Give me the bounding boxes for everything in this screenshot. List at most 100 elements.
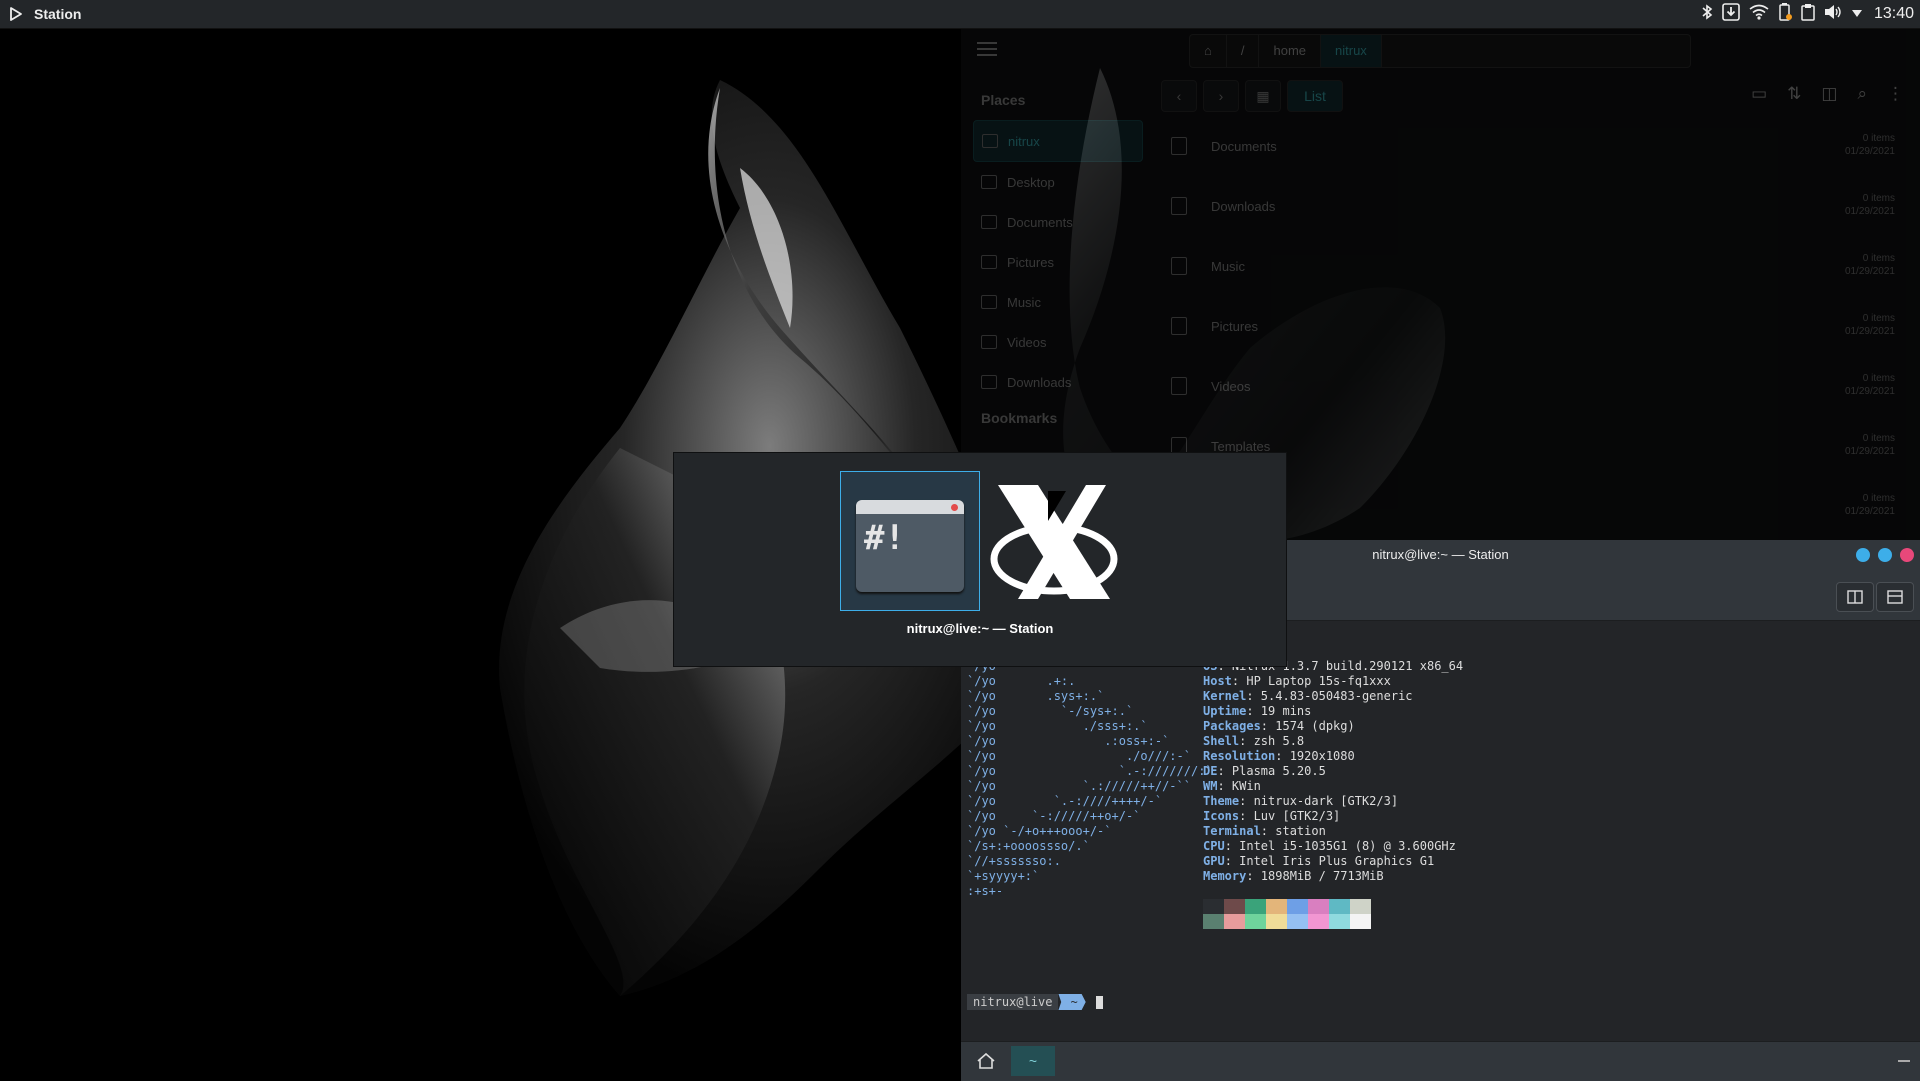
split-horizontal-button[interactable] — [1836, 582, 1874, 612]
top-panel: Station 13:40 — [0, 0, 1920, 29]
info-key: Terminal — [1203, 824, 1261, 838]
home-icon[interactable]: ⌂ — [1190, 35, 1227, 67]
path-bar[interactable]: ⌂ / home nitrux — [1189, 34, 1691, 68]
info-line: Terminal: station — [1203, 824, 1463, 839]
info-line: WM: KWin — [1203, 779, 1463, 794]
grid-view-button[interactable]: ▦ — [1245, 80, 1281, 112]
color-swatch — [1287, 899, 1308, 914]
clipboard-icon[interactable] — [1801, 3, 1815, 26]
folder-icon — [981, 215, 997, 229]
color-swatch — [1350, 899, 1371, 914]
info-value: : KWin — [1217, 779, 1261, 793]
info-key: Host — [1203, 674, 1232, 688]
home-button[interactable] — [969, 1046, 1003, 1076]
color-swatch — [1245, 899, 1266, 914]
path-segment[interactable]: nitrux — [1321, 35, 1382, 67]
close-button[interactable] — [1900, 548, 1914, 562]
info-value: : nitrux-dark [GTK2/3] — [1239, 794, 1399, 808]
hide-panel-icon[interactable] — [1898, 1060, 1910, 1062]
info-value: : HP Laptop 15s-fq1xxx — [1231, 674, 1391, 688]
places-sidebar: nitrux Desktop Documents Pictures Music … — [973, 120, 1143, 402]
info-key: Kernel — [1203, 689, 1247, 703]
volume-icon[interactable] — [1824, 4, 1842, 25]
info-key: Packages — [1203, 719, 1261, 733]
switcher-window-title: nitrux@live:~ — Station — [906, 621, 1054, 636]
menu-icon[interactable] — [977, 42, 997, 56]
play-launcher-icon[interactable] — [8, 6, 24, 22]
videos-icon — [981, 335, 997, 349]
navigation-buttons: ‹ › ▦ List — [1161, 80, 1343, 112]
sort-icon[interactable]: ⇅ — [1787, 84, 1801, 104]
info-value: : Intel Iris Plus Graphics G1 — [1224, 854, 1435, 868]
info-key: CPU — [1203, 839, 1225, 853]
color-swatch — [1245, 914, 1266, 929]
clock[interactable]: 13:40 — [1874, 5, 1914, 23]
sidebar-item-documents[interactable]: Documents — [973, 202, 1143, 242]
more-options-icon[interactable]: ⋮ — [1887, 84, 1904, 104]
split-vertical-button[interactable] — [1876, 582, 1914, 612]
maximize-button[interactable] — [1878, 548, 1892, 562]
sidebar-item-desktop[interactable]: Desktop — [973, 162, 1143, 202]
downloads-icon — [981, 375, 997, 389]
info-value: : Luv [GTK2/3] — [1239, 809, 1341, 823]
info-key: Memory — [1203, 869, 1247, 883]
list-view-button[interactable]: List — [1287, 80, 1343, 112]
path-segment[interactable]: / — [1227, 35, 1260, 67]
color-swatch — [1329, 914, 1350, 929]
document-icon — [1171, 137, 1187, 155]
sidebar-item-music[interactable]: Music — [973, 282, 1143, 322]
color-swatch — [1308, 914, 1329, 929]
list-item[interactable]: Videos 0 items 01/29/2021 — [1171, 356, 1901, 416]
search-icon[interactable]: ⌕ — [1857, 84, 1867, 104]
info-value: : 1898MiB / 7713MiB — [1246, 869, 1384, 883]
color-palette — [1203, 899, 1371, 929]
info-line: Uptime: 19 mins — [1203, 704, 1463, 719]
info-value: : 19 mins — [1246, 704, 1312, 718]
nitrux-logo-icon[interactable] — [988, 481, 1118, 603]
desktop-icon — [981, 175, 997, 189]
color-swatch — [1308, 899, 1329, 914]
system-info: OS: Nitrux 1.3.7 build.290121 x86_64Host… — [1203, 659, 1463, 884]
music-icon — [1171, 257, 1187, 275]
info-line: Theme: nitrux-dark [GTK2/3] — [1203, 794, 1463, 809]
color-swatch — [1203, 899, 1224, 914]
forward-button[interactable]: › — [1203, 80, 1239, 112]
path-segment[interactable]: home — [1259, 35, 1322, 67]
info-value: : Plasma 5.20.5 — [1217, 764, 1326, 778]
list-item[interactable]: Documents 0 items 01/29/2021 — [1171, 116, 1901, 176]
sidebar-item-pictures[interactable]: Pictures — [973, 242, 1143, 282]
minimize-button[interactable] — [1856, 548, 1870, 562]
terminal-output[interactable]: `/yo `/yo .+:. `/yo .sys+:.` `/yo `-/sys… — [961, 621, 1920, 1041]
info-key: Theme — [1203, 794, 1240, 808]
info-key: DE — [1203, 764, 1218, 778]
preview-icon[interactable]: ▭ — [1751, 84, 1767, 104]
sidebar-item-videos[interactable]: Videos — [973, 322, 1143, 362]
list-item[interactable]: Downloads 0 items 01/29/2021 — [1171, 176, 1901, 236]
home-icon — [977, 1052, 995, 1069]
color-swatch — [1287, 914, 1308, 929]
color-swatch — [1329, 899, 1350, 914]
split-columns-icon — [1847, 590, 1863, 604]
info-line: CPU: Intel i5-1035G1 (8) @ 3.600GHz — [1203, 839, 1463, 854]
sidebar-item-home[interactable]: nitrux — [973, 120, 1143, 162]
list-item[interactable]: Pictures 0 items 01/29/2021 — [1171, 296, 1901, 356]
shell-prompt[interactable]: nitrux@live ~ — [967, 994, 1103, 1010]
terminal-app-icon: #! — [856, 500, 964, 592]
bluetooth-icon[interactable] — [1701, 3, 1713, 25]
wifi-icon[interactable] — [1749, 4, 1769, 25]
back-button[interactable]: ‹ — [1161, 80, 1197, 112]
sidebar-item-downloads[interactable]: Downloads — [973, 362, 1143, 402]
info-value: : station — [1260, 824, 1326, 838]
color-swatch — [1266, 914, 1287, 929]
switcher-item-station[interactable]: #! — [840, 471, 980, 611]
update-notifier-icon[interactable] — [1722, 2, 1740, 26]
terminal-tab[interactable]: ~ — [1011, 1046, 1055, 1076]
color-swatch — [1203, 914, 1224, 929]
list-item[interactable]: Music 0 items 01/29/2021 — [1171, 236, 1901, 296]
download-icon — [1171, 197, 1187, 215]
tray-expand-arrow-icon[interactable] — [1851, 5, 1863, 23]
color-swatch — [1224, 914, 1245, 929]
info-value: : 1920x1080 — [1275, 749, 1355, 763]
battery-icon[interactable] — [1778, 2, 1792, 26]
split-view-icon[interactable]: ◫ — [1821, 84, 1837, 104]
